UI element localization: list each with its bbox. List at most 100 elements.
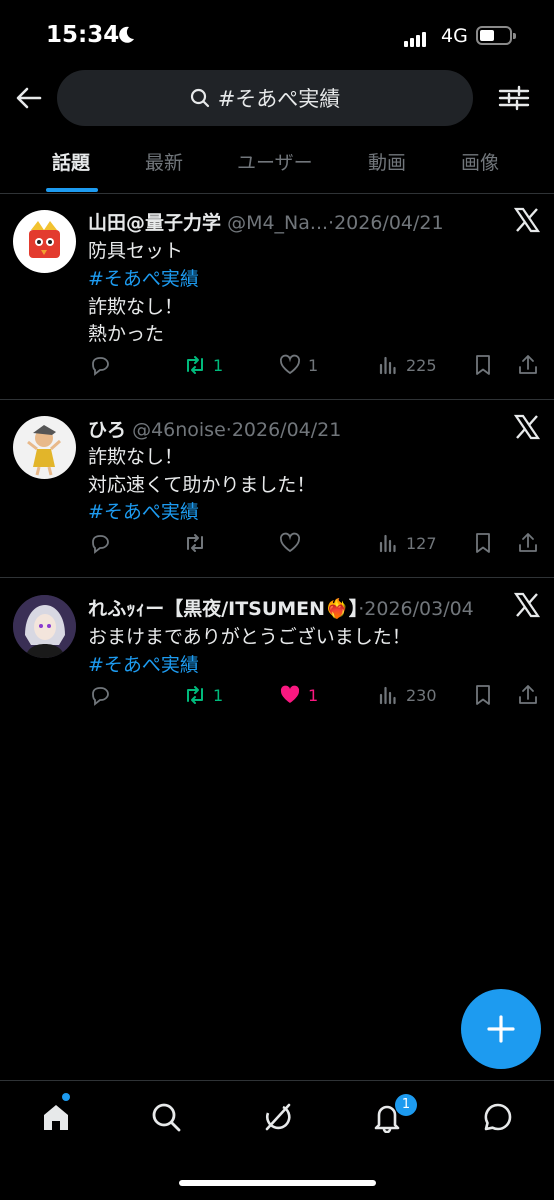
post-actions: 1 1 225: [88, 353, 540, 383]
active-tab-indicator: [46, 188, 98, 192]
reply-icon: [92, 687, 109, 706]
messages-icon[interactable]: [482, 1101, 514, 1133]
bookmark-icon: [476, 355, 490, 375]
search-query: #そあぺ実績: [217, 87, 341, 111]
views-icon: [379, 356, 396, 375]
views-count: 230: [406, 685, 437, 705]
post-author-name[interactable]: ひろ: [88, 419, 126, 441]
network-label: 4G: [441, 25, 468, 47]
post-handle[interactable]: @M4_Na...: [227, 212, 328, 234]
heart-filled-icon: [280, 685, 300, 703]
retweet-icon: [187, 356, 203, 374]
bookmark-button[interactable]: [471, 531, 495, 555]
tab-images[interactable]: 画像: [461, 148, 499, 175]
views-icon: [379, 534, 396, 553]
tab-videos[interactable]: 動画: [368, 148, 406, 175]
views-count: 127: [406, 533, 437, 553]
post-text-line: 詐欺なし！: [88, 446, 184, 468]
retweet-icon: [187, 534, 203, 552]
like-button[interactable]: 1: [278, 683, 318, 707]
post-header: 山田@量子力学 @M4_Na...·2026/04/21: [88, 208, 444, 235]
notification-badge: 1: [395, 1094, 417, 1116]
grok-icon[interactable]: [261, 1101, 293, 1133]
retweet-button[interactable]: [183, 531, 207, 555]
post-text-line: 詐欺なし！: [88, 296, 184, 318]
post-actions: 127: [88, 531, 540, 561]
post-date: 2026/04/21: [334, 212, 444, 234]
avatar[interactable]: [13, 416, 76, 479]
tab-users[interactable]: ユーザー: [237, 148, 313, 175]
post-hashtag-link[interactable]: #そあぺ実績: [88, 264, 199, 291]
post-hashtag-link[interactable]: #そあぺ実績: [88, 497, 199, 524]
status-bar: 15:34 4G: [0, 0, 554, 70]
views-button[interactable]: 230: [376, 683, 437, 707]
post-actions: 1 1 230: [88, 683, 540, 713]
post-handle[interactable]: @46noise: [132, 419, 226, 441]
views-button[interactable]: 225: [376, 353, 437, 377]
avatar[interactable]: [13, 210, 76, 273]
share-button[interactable]: [516, 531, 540, 555]
home-icon[interactable]: [40, 1101, 72, 1133]
retweet-count: 1: [213, 355, 224, 375]
tab-bar: 話題 最新 ユーザー 動画 画像: [0, 140, 554, 194]
like-count: 1: [308, 355, 319, 375]
home-indicator: [179, 1180, 376, 1186]
signal-icon: [404, 28, 428, 47]
bookmark-button[interactable]: [471, 353, 495, 377]
views-button[interactable]: 127: [376, 531, 437, 555]
share-icon: [519, 685, 537, 704]
post-text-line: 防具セット: [88, 240, 184, 262]
post[interactable]: 山田@量子力学 @M4_Na...·2026/04/21 防具セット #そあぺ実…: [0, 193, 554, 400]
post-author-name[interactable]: れふｯｨー【黒夜/ITSUMEN❤️‍🔥】: [88, 598, 358, 620]
like-button[interactable]: [278, 531, 302, 555]
heart-icon: [279, 532, 301, 553]
compose-post-button[interactable]: [461, 989, 541, 1069]
share-button[interactable]: [516, 683, 540, 707]
share-icon: [519, 355, 537, 374]
reply-button[interactable]: [88, 353, 112, 377]
reply-icon: [92, 357, 109, 376]
post[interactable]: ひろ @46noise·2026/04/21 詐欺なし！ 対応速くて助かりました…: [0, 400, 554, 578]
post-date: 2026/03/04: [364, 598, 474, 620]
views-count: 225: [406, 355, 437, 375]
heart-icon: [279, 354, 301, 375]
plus-icon: [487, 1015, 515, 1043]
reply-icon: [92, 535, 109, 554]
like-count: 1: [308, 685, 319, 705]
retweet-icon: [187, 686, 203, 704]
tab-top[interactable]: 話題: [52, 148, 90, 175]
x-logo-icon: [514, 414, 540, 440]
moon-icon: [119, 26, 134, 43]
x-logo-icon: [514, 592, 540, 618]
post-text-line: 対応速くて助かりました！: [88, 474, 316, 496]
reply-button[interactable]: [88, 531, 112, 555]
post-header: ひろ @46noise·2026/04/21: [88, 415, 341, 442]
post-header: れふｯｨー【黒夜/ITSUMEN❤️‍🔥】·2026/03/04: [88, 594, 474, 621]
post-date: 2026/04/21: [231, 419, 342, 441]
like-button[interactable]: 1: [278, 353, 318, 377]
home-unread-dot: [62, 1093, 70, 1101]
reply-button[interactable]: [88, 683, 112, 707]
post-author-name[interactable]: 山田@量子力学: [88, 212, 221, 234]
avatar[interactable]: [13, 595, 76, 658]
search-icon[interactable]: [150, 1101, 182, 1133]
retweet-button[interactable]: 1: [183, 683, 223, 707]
battery-icon: [476, 26, 516, 45]
bookmark-icon: [476, 685, 490, 705]
share-icon: [519, 533, 537, 552]
post-text-line: 熱かった: [88, 323, 165, 345]
bookmark-icon: [476, 533, 490, 553]
search-input[interactable]: #そあぺ実績: [57, 70, 473, 126]
retweet-count: 1: [213, 685, 224, 705]
tab-latest[interactable]: 最新: [145, 148, 183, 175]
filter-icon[interactable]: [497, 82, 531, 114]
x-logo-icon: [514, 207, 540, 233]
retweet-button[interactable]: 1: [183, 353, 223, 377]
status-time: 15:34: [46, 22, 120, 48]
back-arrow-icon[interactable]: [14, 83, 44, 113]
search-icon: [190, 88, 209, 108]
bookmark-button[interactable]: [471, 683, 495, 707]
post-hashtag-link[interactable]: #そあぺ実績: [88, 650, 199, 677]
post[interactable]: れふｯｨー【黒夜/ITSUMEN❤️‍🔥】·2026/03/04 おまけまであり…: [0, 578, 554, 728]
share-button[interactable]: [516, 353, 540, 377]
